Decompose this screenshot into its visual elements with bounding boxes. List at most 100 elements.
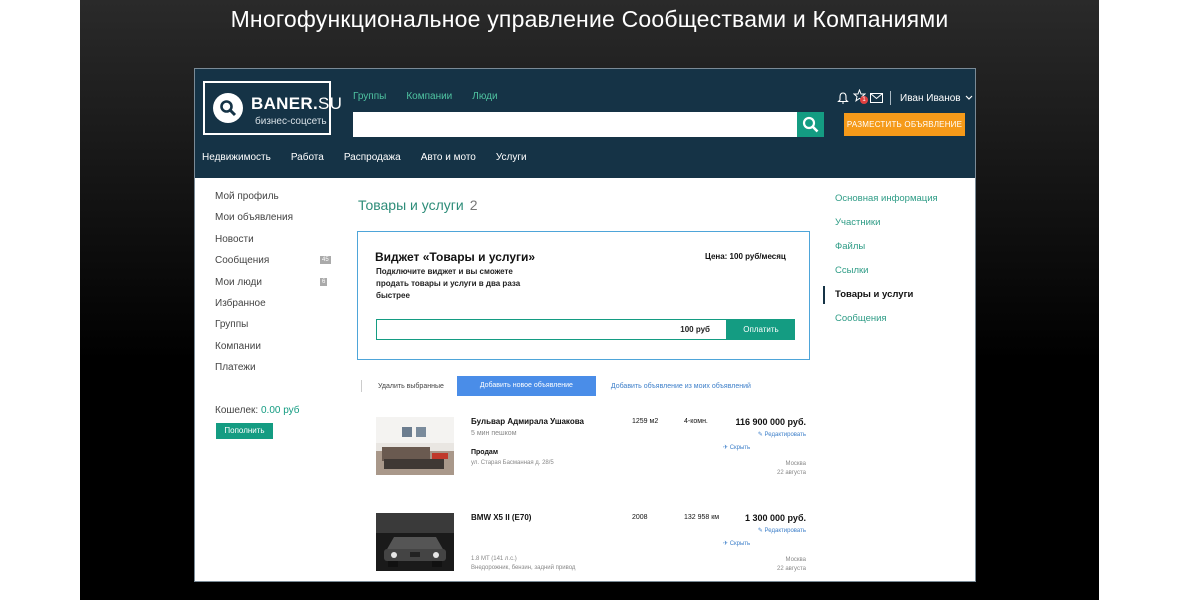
listing-rooms: 4-комн. — [684, 418, 708, 425]
people-count-badge: 6 — [320, 277, 328, 286]
widget-title: Виджет «Товары и услуги» — [375, 250, 536, 264]
left-menu-my-ads[interactable]: Мои объявления — [215, 212, 335, 233]
separator — [890, 91, 891, 105]
wallet: Кошелек: 0.00 руб — [215, 405, 300, 416]
search-button[interactable] — [797, 112, 824, 137]
right-menu-links[interactable]: Ссылки — [835, 265, 938, 289]
logo-name-light: SU — [317, 94, 343, 113]
left-menu-label: Мои объявления — [215, 212, 293, 224]
top-nav: Группы Компании Люди — [353, 91, 498, 102]
chevron-down-icon[interactable] — [965, 95, 973, 101]
left-menu-payments[interactable]: Платежи — [215, 362, 335, 383]
wallet-label: Кошелек: — [215, 405, 259, 416]
category-sale[interactable]: Распродажа — [344, 152, 401, 163]
post-ad-button[interactable]: РАЗМЕСТИТЬ ОБЪЯВЛЕНИЕ — [844, 113, 965, 136]
widget-promo-card: Виджет «Товары и услуги» Цена: 100 руб/м… — [357, 231, 810, 360]
logo-name-bold: BANER. — [251, 94, 318, 113]
left-menu-profile[interactable]: Мой профиль — [215, 191, 335, 212]
listing-city: Москва — [785, 461, 806, 467]
listing-title[interactable]: BMW X5 II (E70) — [471, 513, 531, 522]
widget-description: Подключите виджет и вы сможете продать т… — [376, 267, 521, 300]
left-menu-news[interactable]: Новости — [215, 234, 335, 255]
page-title: Товары и услуги 2 — [358, 197, 478, 213]
category-jobs[interactable]: Работа — [291, 152, 324, 163]
category-real-estate[interactable]: Недвижимость — [202, 152, 271, 163]
listing-status: Продам — [471, 449, 499, 456]
right-menu: Основная информация Участники Файлы Ссыл… — [823, 193, 938, 337]
payment-amount-field[interactable]: 100 руб — [376, 319, 727, 340]
delete-selected-link[interactable]: Удалить выбранные — [378, 383, 444, 390]
pay-button[interactable]: Оплатить — [727, 319, 795, 340]
category-services[interactable]: Услуги — [496, 152, 527, 163]
slide-title: Многофункциональное управление Сообществ… — [230, 6, 949, 32]
left-menu-label: Сообщения — [215, 255, 270, 267]
listing-subtitle: 5 мин пешком — [471, 430, 517, 437]
right-menu-members[interactable]: Участники — [835, 217, 938, 241]
listing-photo-interior[interactable] — [376, 417, 454, 475]
left-menu-groups[interactable]: Группы — [215, 319, 335, 340]
app-screenshot: BANER.SU бизнес-соцсеть Группы Компании … — [194, 68, 976, 582]
presentation-slide: Многофункциональное управление Сообществ… — [80, 0, 1099, 600]
user-name[interactable]: Иван Иванов — [900, 93, 961, 104]
add-new-ad-button[interactable]: Добавить новое объявление — [456, 376, 596, 396]
bell-icon[interactable] — [837, 92, 849, 104]
page-title-text: Товары и услуги — [358, 197, 464, 213]
logo[interactable]: BANER.SU бизнес-соцсеть — [203, 81, 342, 135]
left-menu-my-people[interactable]: Мои люди 6 — [215, 277, 335, 298]
listing-engine: 1.8 MT (141 л.с.) — [471, 556, 517, 562]
wallet-value: 0.00 руб — [260, 405, 300, 416]
right-menu-basic-info[interactable]: Основная информация — [835, 193, 938, 217]
left-menu-label: Компании — [215, 340, 261, 352]
search-input[interactable] — [353, 112, 797, 137]
edit-label: Редактировать — [764, 528, 806, 534]
listing-actions: Удалить выбранные Добавить новое объявле… — [361, 376, 751, 396]
widget-price: Цена: 100 руб/месяц — [705, 252, 786, 261]
left-menu-label: Избранное — [215, 297, 266, 309]
listing-city: Москва — [785, 557, 806, 563]
listing-item[interactable]: Бульвар Адмирала Ушакова 5 мин пешком Пр… — [376, 417, 816, 497]
left-menu: Мой профиль Мои объявления Новости Сообщ… — [215, 191, 335, 384]
favorites[interactable]: 1 — [852, 88, 868, 107]
left-menu-label: Мои люди — [215, 276, 262, 288]
listing-hide-link[interactable]: ✈ Скрыть — [723, 540, 750, 547]
logo-subtitle: бизнес-соцсеть — [255, 116, 327, 127]
listing-price: 1 300 000 руб. — [745, 513, 806, 523]
listing-price: 116 900 000 руб. — [735, 417, 807, 427]
left-menu-messages[interactable]: Сообщения 45 — [215, 255, 335, 276]
top-nav-groups[interactable]: Группы — [353, 91, 386, 102]
page-title-count: 2 — [469, 197, 478, 213]
listing-title[interactable]: Бульвар Адмирала Ушакова — [471, 417, 584, 426]
category-auto[interactable]: Авто и мото — [421, 152, 476, 163]
listing-edit-link[interactable]: ✎ Редактировать — [706, 527, 806, 534]
add-from-my-ads-link[interactable]: Добавить объявление из моих объявлений — [611, 383, 751, 390]
left-menu-favorites[interactable]: Избранное — [215, 298, 335, 319]
right-menu-goods-services[interactable]: Товары и услуги — [823, 286, 938, 313]
logo-search-icon — [213, 93, 243, 123]
left-menu-label: Группы — [215, 319, 249, 331]
select-all-checkbox[interactable] — [361, 380, 362, 392]
mail-icon[interactable] — [870, 93, 883, 103]
top-nav-companies[interactable]: Компании — [406, 91, 452, 102]
top-nav-people[interactable]: Люди — [472, 91, 497, 102]
header-icons: 1 Иван Иванов — [837, 88, 973, 107]
messages-count-badge: 45 — [320, 256, 331, 265]
listing-hide-link[interactable]: ✈ Скрыть — [723, 444, 750, 451]
right-menu-messages[interactable]: Сообщения — [835, 313, 938, 337]
left-menu-companies[interactable]: Компании — [215, 341, 335, 362]
right-menu-files[interactable]: Файлы — [835, 241, 938, 265]
listing-item[interactable]: BMW X5 II (E70) 1.8 MT (141 л.с.) Внедоро… — [376, 513, 816, 581]
listing-location: Москва 22 августа — [706, 460, 806, 478]
listing-edit-link[interactable]: ✎ Редактировать — [706, 431, 806, 438]
edit-label: Редактировать — [764, 432, 806, 438]
hide-label: Скрыть — [729, 541, 751, 547]
logo-name: BANER.SU — [251, 94, 342, 114]
site-header: BANER.SU бизнес-соцсеть Группы Компании … — [195, 69, 975, 178]
left-menu-label: Платежи — [215, 362, 256, 374]
listing-location: Москва 22 августа — [706, 556, 806, 574]
listing-body: Внедорожник, бензин, задний привод — [471, 565, 576, 571]
listing-date: 22 августа — [776, 470, 806, 476]
listing-photo-car[interactable] — [376, 513, 454, 571]
listing-date: 22 августа — [776, 566, 806, 572]
notification-badge: 1 — [860, 96, 868, 104]
topup-button[interactable]: Пополнить — [216, 423, 273, 439]
